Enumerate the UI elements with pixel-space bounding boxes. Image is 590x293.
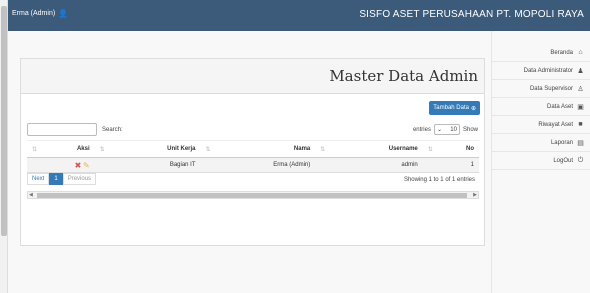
user-menu[interactable]: Erma (Admin) 👤 [12, 9, 68, 18]
sort-icon: ⇅ [205, 146, 211, 153]
sort-icon: ⇅ [320, 146, 326, 153]
admin-panel: Master Data Admin Tambah Data ⊕ entries … [20, 58, 485, 246]
scroll-right-icon[interactable]: ▶ [473, 192, 477, 198]
home-icon: ⌂ [578, 49, 583, 56]
sort-icon: ⇅ [32, 146, 38, 153]
sidebar-item-label: Riwayat Aset [538, 121, 573, 128]
page-title: Master Data Admin [329, 67, 478, 85]
sidebar-item-data-aset[interactable]: Data Aset ▣ [492, 98, 590, 116]
sort-icon: ⇅ [427, 146, 433, 153]
column-header-aksi[interactable]: ⇅ Aksi [27, 140, 95, 158]
sidebar-item-label: Laporan [550, 139, 573, 146]
top-navbar: Erma (Admin) 👤 SISFO ASET PERUSAHAAN PT.… [8, 0, 590, 31]
table-row: ✖ ✎ Bagian IT Erma (Admin) admin 1 [27, 157, 479, 173]
sidebar-item-label: Beranda [550, 49, 573, 56]
delete-icon[interactable]: ✖ [75, 161, 82, 170]
entries-value: 10 [450, 126, 457, 133]
cell-no: 1 [422, 157, 479, 173]
search-input[interactable] [27, 123, 97, 136]
user-icon: ♟ [577, 67, 584, 75]
chevron-down-icon: ⌄ [436, 127, 443, 133]
app-title[interactable]: SISFO ASET PERUSAHAAN PT. MOPOLI RAYA [359, 9, 584, 20]
sidebar-item-riwayat-aset[interactable]: Riwayat Aset ■ [492, 116, 590, 134]
search-label: Search: [102, 126, 123, 133]
panel-header: Master Data Admin [21, 59, 484, 94]
cell-nama: Erma (Admin) [200, 157, 316, 173]
sidebar-item-label: Data Aset [546, 103, 573, 110]
scrollbar-thumb[interactable] [1, 6, 7, 236]
sidebar-item-data-administrator[interactable]: Data Administrator ♟ [492, 62, 590, 80]
row-actions: ✖ ✎ [27, 157, 95, 173]
sidebar-item-laporan[interactable]: Laporan ▤ [492, 134, 590, 152]
sidebar-item-data-supervisor[interactable]: Data Supervisor ♙ [492, 80, 590, 98]
search-control: Search: [27, 123, 123, 136]
pagination: Next 1 Previous [27, 173, 97, 185]
add-data-label: Tambah Data [433, 105, 469, 111]
plus-circle-icon: ⊕ [470, 105, 476, 112]
sort-icon: ⇅ [99, 146, 105, 153]
user-icon: 👤 [58, 9, 69, 18]
sidebar-item-label: LogOut [553, 157, 573, 164]
edit-icon[interactable]: ✎ [83, 161, 90, 170]
user-name: Erma (Admin) [12, 10, 56, 17]
history-icon: ■ [578, 121, 583, 128]
next-page-button[interactable]: Next [27, 173, 50, 185]
entries-label: entries [412, 126, 431, 133]
table-info: Showing 1 to 1 of 1 entries [403, 177, 475, 183]
page-1-button[interactable]: 1 [49, 173, 63, 185]
table-header-row: ⇅ Aksi ⇅ Unit Kerja ⇅ Nama ⇅ Username ⇅ No [27, 140, 479, 158]
scroll-left-icon[interactable]: ◀ [29, 192, 33, 198]
page-vertical-scrollbar[interactable] [0, 0, 8, 293]
scrollbar-thumb[interactable] [37, 193, 467, 198]
previous-page-button[interactable]: Previous [62, 173, 97, 185]
column-header-username[interactable]: ⇅ Username [315, 140, 423, 158]
sidebar-item-beranda[interactable]: Beranda ⌂ [492, 44, 590, 62]
entries-select[interactable]: ⌄ 10 [433, 124, 460, 135]
sidebar: Beranda ⌂ Data Administrator ♟ Data Supe… [491, 31, 590, 293]
users-icon: ♙ [577, 85, 584, 93]
add-data-button[interactable]: Tambah Data ⊕ [429, 101, 480, 115]
cell-unit-kerja: Bagian IT [94, 157, 201, 173]
admin-table: ⇅ Aksi ⇅ Unit Kerja ⇅ Nama ⇅ Username ⇅ No ✖ … [27, 140, 479, 173]
table-horizontal-scrollbar[interactable]: ◀ ▶ [27, 191, 479, 199]
sidebar-item-label: Data Supervisor [529, 85, 573, 92]
show-label: Show [462, 126, 478, 133]
main-content: Master Data Admin Tambah Data ⊕ entries … [8, 31, 491, 293]
report-icon: ▤ [577, 139, 584, 147]
column-header-unit-kerja[interactable]: ⇅ Unit Kerja [94, 140, 201, 158]
entries-length-control: entries ⌄ 10 Show [413, 124, 478, 135]
sidebar-item-logout[interactable]: LogOut ⏻ [492, 152, 590, 170]
column-header-nama[interactable]: ⇅ Nama [200, 140, 316, 158]
database-icon: ▣ [577, 103, 584, 111]
power-icon: ⏻ [577, 156, 584, 164]
cell-username: admin [315, 157, 423, 173]
column-header-no[interactable]: ⇅ No [422, 140, 479, 158]
sidebar-item-label: Data Administrator [523, 67, 573, 74]
